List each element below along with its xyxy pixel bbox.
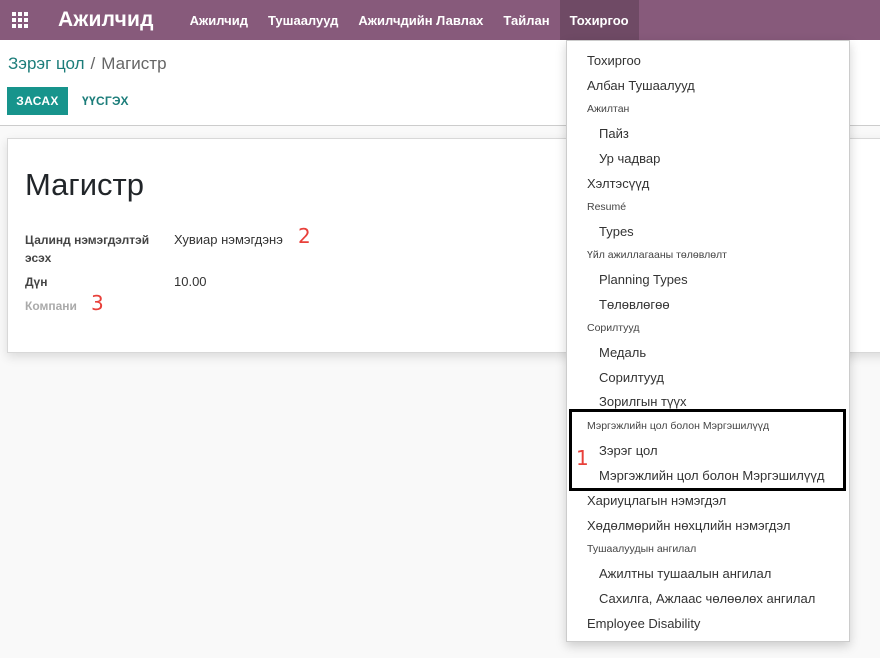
menu-orders[interactable]: Тушаалууд [258, 0, 348, 40]
dropdown-item-responsibility-bonus[interactable]: Хариуцлагын нэмэгдэл [587, 493, 726, 508]
dropdown-header-employee: Ажилтан [587, 103, 630, 115]
dropdown-item-employee-order-category[interactable]: Ажилтны тушаалын ангилал [599, 566, 771, 581]
menu-employee-directory[interactable]: Ажилчдийн Лавлах [348, 0, 493, 40]
app-brand: Ажилчид [58, 8, 154, 31]
menu-employees[interactable]: Ажилчид [180, 0, 258, 40]
highlight-box [569, 409, 846, 491]
edit-button[interactable]: ЗАСАХ [7, 87, 68, 115]
dropdown-item-types[interactable]: Types [599, 224, 634, 239]
record-title: Магистр [25, 167, 144, 202]
dropdown-item-goal-history[interactable]: Зорилгын түүх [599, 394, 687, 409]
annotation-number-1: 1 [576, 446, 589, 470]
dropdown-header-challenges: Сорилтууд [587, 322, 640, 334]
dropdown-header-order-categories: Тушаалуудын ангилал [587, 543, 697, 555]
dropdown-item-challenges[interactable]: Сорилтууд [599, 370, 664, 385]
dropdown-item-settings[interactable]: Тохиргоо [587, 53, 641, 68]
dropdown-header-resume: Resumé [587, 201, 627, 213]
dropdown-item-medals[interactable]: Медаль [599, 345, 646, 360]
dropdown-header-planning: Үйл ажиллагааны төлөвлөлт [587, 249, 727, 261]
breadcrumb-current: Магистр [101, 54, 167, 73]
top-navbar: Ажилчид Ажилчид Тушаалууд Ажилчдийн Лавл… [0, 0, 880, 40]
breadcrumb: Зэрэг цол / Магистр [8, 54, 167, 74]
dropdown-item-skills[interactable]: Ур чадвар [599, 151, 660, 166]
field-label-company: Компани [25, 299, 77, 313]
dropdown-item-discipline-dismissal-category[interactable]: Сахилга, Ажлаас чөлөөлөх ангилал [599, 591, 815, 606]
menu-reports[interactable]: Тайлан [493, 0, 559, 40]
create-button[interactable]: ҮҮСГЭХ [82, 87, 129, 115]
dropdown-item-employee-disability[interactable]: Employee Disability [587, 616, 700, 631]
dropdown-item-plans[interactable]: Төлөвлөгөө [599, 297, 670, 312]
menu-configuration[interactable]: Тохиргоо [559, 0, 639, 40]
field-label-amount: Дүн [25, 275, 48, 289]
dropdown-item-job-positions[interactable]: Албан Тушаалууд [587, 78, 695, 93]
annotation-number-3: 3 [91, 291, 104, 315]
dropdown-item-working-condition-bonus[interactable]: Хөдөлмөрийн нөхцлийн нэмэгдэл [587, 518, 790, 533]
field-label-salary-increase: Цалинд нэмэгдэлтэй эсэх [25, 233, 150, 265]
breadcrumb-separator: / [90, 54, 96, 73]
apps-grid-icon[interactable] [0, 0, 40, 40]
dropdown-item-badges[interactable]: Пайз [599, 126, 629, 141]
field-value-salary-increase: Хувиар нэмэгдэнэ [174, 232, 283, 247]
dropdown-item-departments[interactable]: Хэлтэсүүд [587, 176, 649, 191]
field-value-amount: 10.00 [174, 274, 207, 289]
main-menu: Ажилчид Тушаалууд Ажилчдийн Лавлах Тайла… [180, 0, 639, 40]
dropdown-item-planning-types[interactable]: Planning Types [599, 272, 688, 287]
annotation-number-2: 2 [298, 224, 311, 248]
configuration-dropdown: Тохиргоо Албан Тушаалууд Ажилтан Пайз Ур… [566, 40, 850, 642]
breadcrumb-parent-link[interactable]: Зэрэг цол [8, 54, 85, 74]
